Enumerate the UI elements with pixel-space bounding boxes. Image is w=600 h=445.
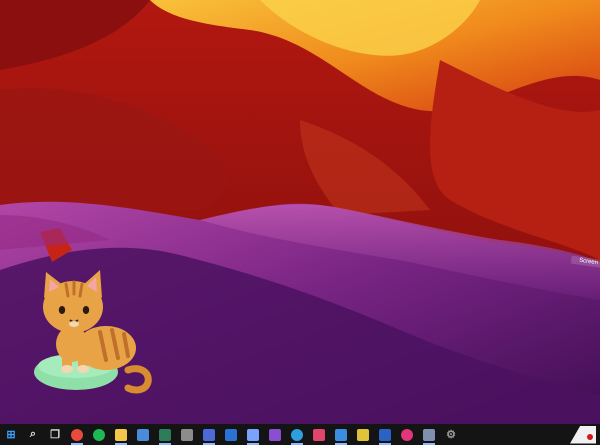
vpn-taskbar-button[interactable] — [330, 424, 352, 445]
windows-start-icon: ⊞ — [6, 429, 16, 441]
pycharm-icon — [357, 428, 369, 441]
search-taskbar-button[interactable]: ⌕ — [22, 424, 44, 445]
word-icon — [379, 428, 391, 441]
taskbar: ⊞ ⌕ ❐ ⚙ — [0, 424, 600, 445]
notes-taskbar-button[interactable] — [264, 424, 286, 445]
taskbar-pinned-apps: ⊞ ⌕ ❐ ⚙ — [0, 424, 462, 445]
desktop: Screen — [0, 0, 600, 424]
notes-icon — [269, 428, 281, 441]
word-taskbar-button[interactable] — [374, 424, 396, 445]
music-app-icon — [401, 428, 413, 441]
intellij-taskbar-button[interactable] — [308, 424, 330, 445]
cat-pet-image[interactable] — [28, 262, 158, 402]
chart-app-icon — [137, 428, 149, 441]
search-icon: ⌕ — [29, 428, 37, 440]
chart-app-taskbar-button[interactable] — [132, 424, 154, 445]
paint-taskbar-button[interactable] — [242, 424, 264, 445]
file-explorer-taskbar-button[interactable] — [110, 424, 132, 445]
gamepad-icon — [423, 428, 435, 441]
media-app-taskbar-button[interactable] — [176, 424, 198, 445]
outlook-taskbar-button[interactable] — [220, 424, 242, 445]
chrome-icon — [71, 428, 83, 441]
vpn-icon — [335, 428, 347, 441]
outlook-icon — [225, 428, 237, 441]
edge-icon — [291, 428, 303, 441]
spotify-taskbar-button[interactable] — [88, 424, 110, 445]
terminal-taskbar-button[interactable] — [154, 424, 176, 445]
notification-flag-icon[interactable] — [570, 425, 596, 444]
gamepad-taskbar-button[interactable] — [418, 424, 440, 445]
task-view-taskbar-button[interactable]: ❐ — [44, 424, 66, 445]
teams-icon — [203, 428, 215, 441]
settings-icon: ⚙ — [446, 429, 456, 441]
spotify-icon — [93, 428, 105, 441]
media-app-icon — [181, 428, 193, 441]
terminal-icon — [159, 428, 171, 441]
system-tray — [570, 424, 600, 445]
teams-taskbar-button[interactable] — [198, 424, 220, 445]
task-view-icon: ❐ — [50, 429, 60, 441]
music-app-taskbar-button[interactable] — [396, 424, 418, 445]
paint-icon — [247, 428, 259, 441]
edge-taskbar-button[interactable] — [286, 424, 308, 445]
intellij-icon — [313, 428, 325, 441]
file-explorer-icon — [115, 428, 127, 441]
pycharm-taskbar-button[interactable] — [352, 424, 374, 445]
settings-taskbar-button[interactable]: ⚙ — [440, 424, 462, 445]
windows-start-taskbar-button[interactable]: ⊞ — [0, 424, 22, 445]
chrome-taskbar-button[interactable] — [66, 424, 88, 445]
